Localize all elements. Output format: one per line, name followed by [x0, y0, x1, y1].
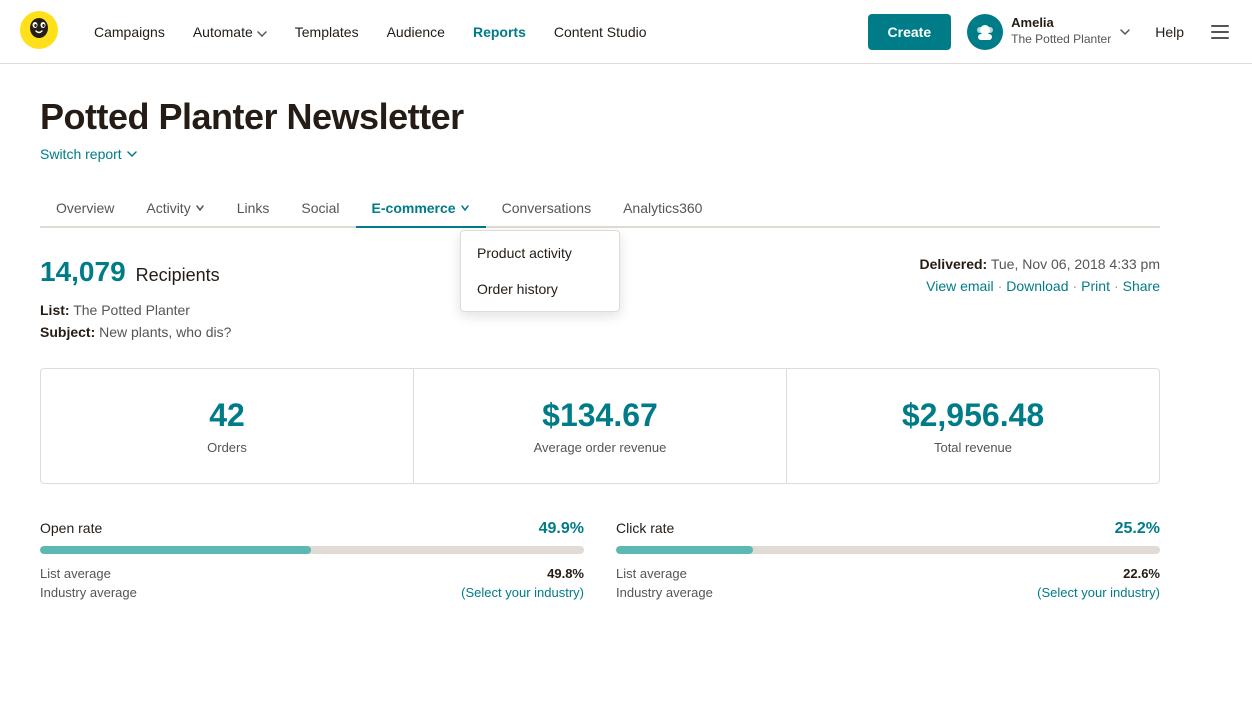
action-links: View email · Download · Print · Share	[926, 278, 1160, 294]
meta-left: 14,079 Recipients List: The Potted Plant…	[40, 256, 231, 340]
avg-revenue-number: $134.67	[434, 397, 766, 434]
nav-links: Campaigns Automate Templates Audience Re…	[82, 16, 868, 48]
dropdown-product-activity[interactable]: Product activity	[461, 235, 619, 271]
stats-cards: 42 Orders $134.67 Average order revenue …	[40, 368, 1160, 484]
click-rate-list-avg: List average 22.6%	[616, 566, 1160, 581]
click-rate-industry: Industry average (Select your industry)	[616, 585, 1160, 600]
open-rate-list-avg: List average 49.8%	[40, 566, 584, 581]
ecommerce-dropdown: Product activity Order history	[460, 230, 620, 312]
nav-reports[interactable]: Reports	[461, 16, 538, 48]
orders-label: Orders	[61, 440, 393, 455]
open-rate-industry: Industry average (Select your industry)	[40, 585, 584, 600]
page-title: Potted Planter Newsletter	[40, 96, 1160, 138]
open-rate-header: Open rate 49.9%	[40, 520, 584, 538]
tab-analytics360[interactable]: Analytics360	[607, 190, 718, 228]
list-field: List: The Potted Planter	[40, 302, 231, 318]
user-dropdown-chevron	[1119, 26, 1131, 38]
click-rate-select-industry[interactable]: (Select your industry)	[1037, 585, 1160, 600]
tab-overview[interactable]: Overview	[40, 190, 130, 228]
tab-social[interactable]: Social	[285, 190, 355, 228]
nav-campaigns[interactable]: Campaigns	[82, 16, 177, 48]
click-rate-block: Click rate 25.2% List average 22.6% Indu…	[616, 520, 1160, 600]
top-navigation: Campaigns Automate Templates Audience Re…	[0, 0, 1252, 64]
report-tabs: Overview Activity Links Social E-commerc…	[40, 190, 1160, 228]
print-link[interactable]: Print	[1081, 278, 1110, 294]
nav-audience[interactable]: Audience	[375, 16, 457, 48]
orders-number: 42	[61, 397, 393, 434]
nav-templates[interactable]: Templates	[283, 16, 371, 48]
nav-automate[interactable]: Automate	[181, 16, 279, 48]
ecommerce-chevron	[460, 203, 470, 213]
recipients-number: 14,079	[40, 256, 126, 288]
tab-ecommerce[interactable]: E-commerce	[356, 190, 486, 228]
switch-report[interactable]: Switch report	[40, 146, 1160, 162]
user-info: Amelia The Potted Planter	[1011, 15, 1111, 47]
page-content: Potted Planter Newsletter Switch report …	[0, 64, 1200, 648]
open-rate-pct: 49.9%	[539, 520, 584, 538]
topnav-right: Create Amelia The Potted Planter Help	[868, 14, 1232, 50]
open-rate-select-industry[interactable]: (Select your industry)	[461, 585, 584, 600]
meta-right: Delivered: Tue, Nov 06, 2018 4:33 pm Vie…	[920, 256, 1160, 294]
delivered-info: Delivered: Tue, Nov 06, 2018 4:33 pm	[920, 256, 1160, 272]
click-rate-bar-bg	[616, 546, 1160, 554]
total-revenue-number: $2,956.48	[807, 397, 1139, 434]
stat-total-revenue: $2,956.48 Total revenue	[787, 369, 1159, 483]
user-area[interactable]: Amelia The Potted Planter	[967, 14, 1131, 50]
open-rate-bar-bg	[40, 546, 584, 554]
rate-row: Open rate 49.9% List average 49.8% Indus…	[40, 520, 1160, 600]
activity-chevron	[195, 203, 205, 213]
stat-avg-revenue: $134.67 Average order revenue	[414, 369, 787, 483]
recipients-label: Recipients	[136, 265, 220, 286]
recipients-count-row: 14,079 Recipients	[40, 256, 231, 288]
tab-links[interactable]: Links	[221, 190, 286, 228]
help-link[interactable]: Help	[1147, 24, 1192, 40]
create-button[interactable]: Create	[868, 14, 952, 50]
total-revenue-label: Total revenue	[807, 440, 1139, 455]
subject-field: Subject: New plants, who dis?	[40, 324, 231, 340]
open-rate-bar-fill	[40, 546, 311, 554]
menu-icon[interactable]	[1208, 20, 1232, 44]
open-rate-block: Open rate 49.9% List average 49.8% Indus…	[40, 520, 584, 600]
click-rate-title: Click rate	[616, 520, 674, 536]
switch-report-chevron	[126, 148, 138, 160]
stat-orders: 42 Orders	[41, 369, 414, 483]
open-rate-title: Open rate	[40, 520, 102, 536]
user-name: Amelia	[1011, 15, 1111, 32]
click-rate-header: Click rate 25.2%	[616, 520, 1160, 538]
nav-content-studio[interactable]: Content Studio	[542, 16, 659, 48]
click-rate-bar-fill	[616, 546, 753, 554]
automate-chevron	[257, 27, 267, 37]
click-rate-pct: 25.2%	[1115, 520, 1160, 538]
tab-activity[interactable]: Activity	[130, 190, 220, 228]
share-link[interactable]: Share	[1123, 278, 1160, 294]
view-email-link[interactable]: View email	[926, 278, 993, 294]
dropdown-order-history[interactable]: Order history	[461, 271, 619, 307]
logo[interactable]	[20, 11, 58, 52]
tab-conversations[interactable]: Conversations	[486, 190, 608, 228]
download-link[interactable]: Download	[1006, 278, 1068, 294]
avatar	[967, 14, 1003, 50]
avg-revenue-label: Average order revenue	[434, 440, 766, 455]
user-org: The Potted Planter	[1011, 32, 1111, 48]
